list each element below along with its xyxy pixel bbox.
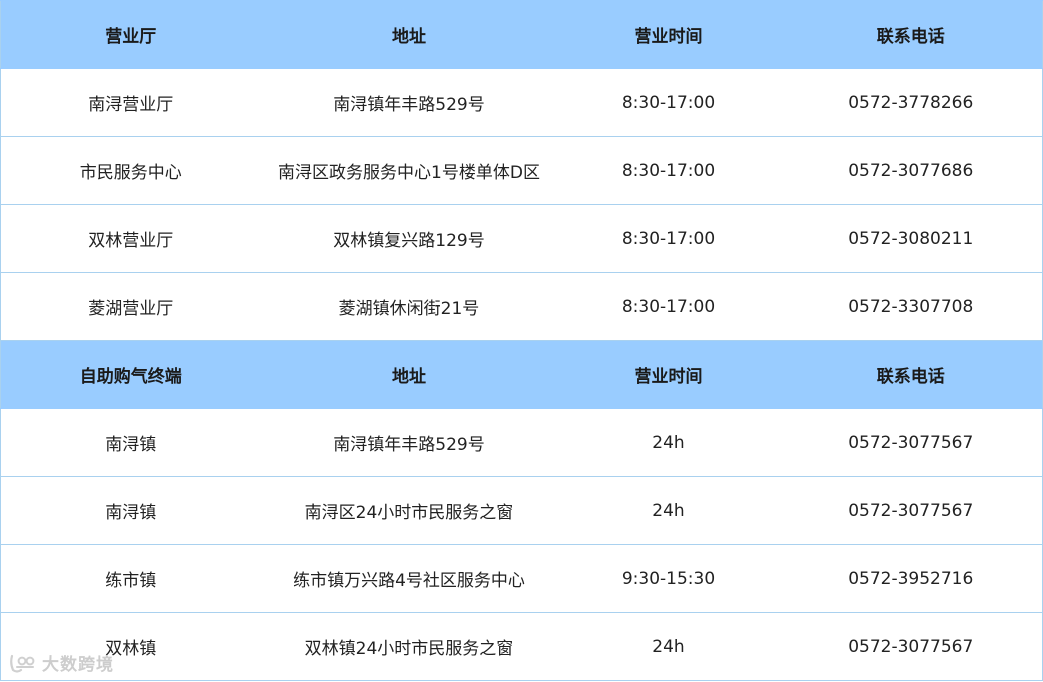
cell-phone: 0572-3077567 (779, 612, 1043, 681)
cell-address: 菱湖镇休闲街21号 (260, 272, 558, 341)
cell-phone: 0572-3077686 (779, 136, 1043, 205)
watermark-text: 大数跨境 (42, 655, 114, 675)
cell-address: 双林镇24小时市民服务之窗 (260, 612, 558, 681)
cell-hours: 8:30-17:00 (557, 272, 780, 341)
cell-address: 练市镇万兴路4号社区服务中心 (260, 544, 558, 613)
table-row: 双林营业厅 双林镇复兴路129号 8:30-17:00 0572-3080211 (0, 204, 1043, 273)
cell-phone: 0572-3952716 (779, 544, 1043, 613)
header-cell-address: 地址 (260, 0, 558, 69)
cell-phone: 0572-3077567 (779, 476, 1043, 545)
cell-address: 南浔区24小时市民服务之窗 (260, 476, 558, 545)
header-cell-phone: 联系电话 (779, 0, 1043, 69)
table-row: 练市镇 练市镇万兴路4号社区服务中心 9:30-15:30 0572-39527… (0, 544, 1043, 613)
table-row: 南浔镇 南浔区24小时市民服务之窗 24h 0572-3077567 (0, 476, 1043, 545)
cell-address: 双林镇复兴路129号 (260, 204, 558, 273)
cell-address: 南浔镇年丰路529号 (260, 68, 558, 137)
cell-address: 南浔镇年丰路529号 (260, 408, 558, 477)
watermark: 大数跨境 (8, 650, 114, 675)
header-cell-address: 地址 (260, 340, 558, 409)
table-header-row: 营业厅 地址 营业时间 联系电话 (0, 0, 1043, 69)
cell-hours: 24h (557, 408, 780, 477)
cell-hours: 9:30-15:30 (557, 544, 780, 613)
table-row: 双林镇 双林镇24小时市民服务之窗 24h 0572-3077567 (0, 612, 1043, 681)
table-row: 南浔镇 南浔镇年丰路529号 24h 0572-3077567 (0, 408, 1043, 477)
cell-name: 市民服务中心 (0, 136, 261, 205)
table-row: 市民服务中心 南浔区政务服务中心1号楼单体D区 8:30-17:00 0572-… (0, 136, 1043, 205)
cell-phone: 0572-3307708 (779, 272, 1043, 341)
header-cell-hours: 营业时间 (557, 0, 780, 69)
cell-name: 南浔镇 (0, 476, 261, 545)
cell-hours: 8:30-17:00 (557, 204, 780, 273)
cell-name: 菱湖营业厅 (0, 272, 261, 341)
cell-name: 双林营业厅 (0, 204, 261, 273)
cell-name: 南浔镇 (0, 408, 261, 477)
brand-logo-icon (8, 652, 38, 674)
cell-hours: 24h (557, 476, 780, 545)
cell-hours: 8:30-17:00 (557, 68, 780, 137)
header-cell-name: 自助购气终端 (0, 340, 261, 409)
cell-phone: 0572-3778266 (779, 68, 1043, 137)
table-header-row: 自助购气终端 地址 营业时间 联系电话 (0, 340, 1043, 409)
header-cell-name: 营业厅 (0, 0, 261, 69)
service-locations-table: 营业厅 地址 营业时间 联系电话 南浔营业厅 南浔镇年丰路529号 8:30-1… (0, 0, 1043, 681)
cell-phone: 0572-3080211 (779, 204, 1043, 273)
table-row: 菱湖营业厅 菱湖镇休闲街21号 8:30-17:00 0572-3307708 (0, 272, 1043, 341)
cell-phone: 0572-3077567 (779, 408, 1043, 477)
cell-hours: 24h (557, 612, 780, 681)
header-cell-phone: 联系电话 (779, 340, 1043, 409)
header-cell-hours: 营业时间 (557, 340, 780, 409)
table-row: 南浔营业厅 南浔镇年丰路529号 8:30-17:00 0572-3778266 (0, 68, 1043, 137)
cell-hours: 8:30-17:00 (557, 136, 780, 205)
cell-name: 练市镇 (0, 544, 261, 613)
cell-name: 南浔营业厅 (0, 68, 261, 137)
cell-address: 南浔区政务服务中心1号楼单体D区 (260, 136, 558, 205)
